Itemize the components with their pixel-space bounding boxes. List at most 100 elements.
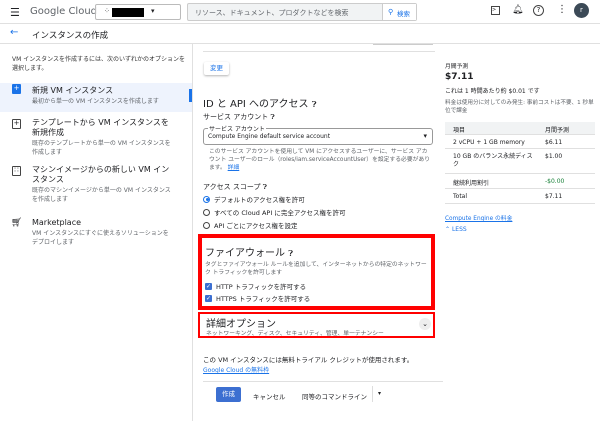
radio-label: デフォルトのアクセス権を許可 xyxy=(214,196,305,204)
pricing-note: 料金は使用分に対してのみ発生: 事前コストは不要、1 秒単位で課金 xyxy=(445,100,594,114)
advanced-options-panel[interactable]: 詳細オプション ネットワーキング、ディスク、セキュリティ、管理、単一テナンシー … xyxy=(198,312,435,338)
menu-icon[interactable]: ☰ xyxy=(10,6,20,19)
brand-logo[interactable]: Google Cloud xyxy=(30,6,97,17)
scope-per-api-radio[interactable]: API ごとにアクセス権を設定 xyxy=(203,220,298,230)
top-bar: ☰ Google Cloud ⁘ ▾ リソース、ドキュメント、プロダクトなどを検… xyxy=(0,0,600,24)
sidebar-item-marketplace[interactable]: 🛒︎ Marketplace VM インスタンスにすぐに使えるソリューションをデ… xyxy=(0,218,192,247)
help-icon[interactable]: ? xyxy=(533,5,544,16)
pricing-label: 月間予測 xyxy=(445,64,469,70)
sidebar-divider xyxy=(192,44,193,421)
project-selector[interactable]: ⁘ ▾ xyxy=(95,4,181,20)
help-icon[interactable]: ❓︎ xyxy=(312,100,317,109)
checkbox-checked-icon[interactable]: ✓ xyxy=(205,294,212,302)
cloud-shell-icon[interactable]: > xyxy=(491,6,500,15)
pricing-row: 2 vCPU + 1 GB memory $6.11 xyxy=(445,135,595,149)
radio-label: すべての Cloud API に完全アクセス権を許可 xyxy=(214,209,346,217)
access-scope-label: アクセス スコープ ❓︎ xyxy=(203,182,267,192)
scope-full-radio[interactable]: すべての Cloud API に完全アクセス権を許可 xyxy=(203,207,346,217)
search-button[interactable]: ⚲ 検索 xyxy=(382,4,416,20)
row-item: Total xyxy=(453,193,468,200)
item-title: マシンイメージからの新しい VM インスタンス xyxy=(32,165,170,184)
radio-label: API ごとにアクセス権を設定 xyxy=(214,222,298,230)
help-text: このサービス アカウントを使用して VM にアクセスするユーザーに、サービス ア… xyxy=(209,149,431,171)
dropdown-arrow-icon[interactable]: ▾ xyxy=(378,390,381,397)
less-label: LESS xyxy=(451,226,467,233)
header-item: 項目 xyxy=(453,127,466,134)
change-button[interactable]: 変更 xyxy=(204,62,229,75)
help-icon[interactable]: ❓︎ xyxy=(263,183,267,191)
chevron-up-icon: ⌃ xyxy=(445,226,451,233)
item-desc: 既存のテンプレートから単一の VM インスタンスを作成します xyxy=(32,140,171,156)
scope-default-radio[interactable]: デフォルトのアクセス権を許可 xyxy=(203,194,305,204)
radio-unchecked[interactable] xyxy=(203,221,210,229)
id-api-heading: ID と API へのアクセス ❓︎ xyxy=(203,95,317,110)
help-icon[interactable]: ❓︎ xyxy=(288,249,293,258)
item-title: Marketplace xyxy=(32,218,82,227)
sidebar-intro: VM インスタンスを作成するには、次のいずれかのオプションを選択します。 xyxy=(12,56,185,72)
page-title: インスタンスの作成 xyxy=(32,31,109,41)
expand-chevron-icon[interactable]: ⌄ xyxy=(419,318,431,330)
sidebar-item-new-vm[interactable]: + 新規 VM インスタンス 最初から単一の VM インスタンスを作成します xyxy=(0,83,192,112)
pricing-table-header: 項目 月間予測 xyxy=(445,122,595,135)
sidebar-item-from-machine-image[interactable]: ∷ マシンイメージからの新しい VM インスタンス 既存のマシンイメージから単一… xyxy=(0,165,192,204)
template-icon: + xyxy=(12,119,21,129)
row-item: 2 vCPU + 1 GB memory xyxy=(453,139,525,146)
divider xyxy=(203,381,443,382)
chevron-down-icon: ▾ xyxy=(151,7,155,15)
create-button[interactable]: 作成 xyxy=(216,387,241,402)
free-tier-link[interactable]: Google Cloud の無料枠 xyxy=(203,365,269,374)
firewall-heading: ファイアウォール ❓︎ xyxy=(205,244,293,259)
checkbox-checked-icon[interactable]: ✓ xyxy=(205,282,212,290)
compute-engine-pricing-link[interactable]: Compute Engine の料金 xyxy=(445,213,512,222)
service-account-help: このサービス アカウントを使用して VM にアクセスするユーザーに、サービス ア… xyxy=(209,148,431,172)
firewall-desc: タグとファイアウォール ルールを追加して、インターネットからの特定のネットワーク… xyxy=(205,262,427,276)
radio-unchecked[interactable] xyxy=(203,208,210,216)
equivalent-cmdline-button[interactable]: 同等のコマンドライン xyxy=(302,391,367,401)
row-value: $1.00 xyxy=(545,153,563,160)
heading-text: ID と API へのアクセス xyxy=(203,99,309,110)
select-value: Compute Engine default service account xyxy=(208,133,331,140)
radio-checked[interactable] xyxy=(203,195,210,203)
advanced-desc: ネットワーキング、ディスク、セキュリティ、管理、単一テナンシー xyxy=(206,331,384,337)
pricing-total: $7.11 xyxy=(445,72,474,82)
divider xyxy=(372,386,373,402)
service-account-select[interactable]: サービス アカウント Compute Engine default servic… xyxy=(203,124,433,145)
item-desc: 既存のマシンイメージから単一の VM インスタンスを作成します xyxy=(32,187,171,203)
service-account-label: サービス アカウント ❓︎ xyxy=(203,112,275,122)
item-title: 新規 VM インスタンス xyxy=(32,86,114,95)
more-vert-icon[interactable]: ⋮ xyxy=(557,4,567,15)
pricing-hourly: これは 1 時間あたり約 $0.01 です xyxy=(445,88,540,95)
http-checkbox[interactable]: ✓ HTTP トラフィックを許可する xyxy=(205,281,306,291)
search-icon: ⚲ xyxy=(388,8,394,16)
row-value: $7.11 xyxy=(545,193,563,200)
machine-image-icon: ∷ xyxy=(12,166,21,176)
cancel-button[interactable]: キャンセル xyxy=(253,391,286,401)
sidebar-item-from-template[interactable]: + テンプレートから VM インスタンスを新規作成 既存のテンプレートから単一の… xyxy=(0,118,192,157)
label-text: サービス アカウント xyxy=(203,113,269,121)
row-value: -$0.00 xyxy=(545,178,565,185)
checkbox-label: HTTPS トラフィックを許可する xyxy=(216,295,311,303)
label-text: アクセス スコープ xyxy=(203,183,261,191)
pricing-row: Total $7.11 xyxy=(445,189,595,204)
selected-indicator xyxy=(189,89,192,102)
item-desc: 最初から単一の VM インスタンスを作成します xyxy=(32,98,159,105)
marketplace-cart-icon: 🛒︎ xyxy=(11,218,23,228)
help-icon[interactable]: ❓︎ xyxy=(270,113,274,121)
new-vm-icon: + xyxy=(12,84,21,94)
heading-text: ファイアウォール xyxy=(205,248,285,259)
notifications-bell-icon[interactable]: 🔔︎ xyxy=(512,5,523,15)
back-arrow-icon[interactable]: ← xyxy=(10,27,18,38)
field-label: サービス アカウント xyxy=(208,124,266,133)
search-bar[interactable]: リソース、ドキュメント、プロダクトなどを検索 ⚲ 検索 xyxy=(187,3,417,21)
search-input[interactable]: リソース、ドキュメント、プロダクトなどを検索 xyxy=(195,8,349,18)
divider xyxy=(203,51,435,52)
https-checkbox[interactable]: ✓ HTTPS トラフィックを許可する xyxy=(205,293,310,303)
avatar[interactable]: r xyxy=(574,3,589,18)
row-item: 10 GB のバランス永続ディスク xyxy=(453,153,533,168)
less-button[interactable]: ⌃ LESS xyxy=(445,226,467,233)
scrolled-row-remnant xyxy=(373,44,433,45)
learn-more-link[interactable]: 詳細 xyxy=(228,165,240,171)
dropdown-arrow-icon: ▾ xyxy=(423,132,427,140)
page-header: ← インスタンスの作成 xyxy=(0,24,600,44)
item-title: テンプレートから VM インスタンスを新規作成 xyxy=(32,118,169,137)
